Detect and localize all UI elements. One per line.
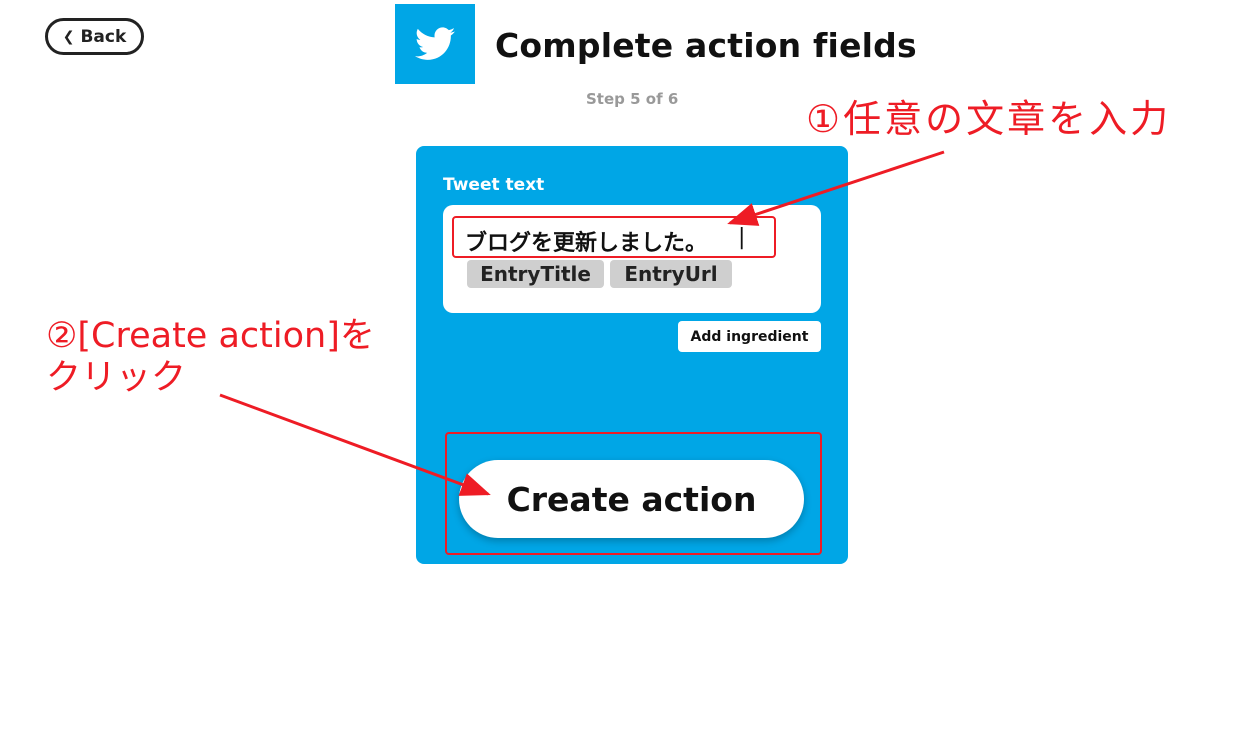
annotation-step-1: ①任意の文章を入力 [806, 97, 1172, 141]
annotation-arrow-1 [727, 150, 945, 226]
annotation-step-2: ②[Create action]をクリック [46, 316, 375, 398]
annotation-arrow-2 [219, 393, 491, 496]
